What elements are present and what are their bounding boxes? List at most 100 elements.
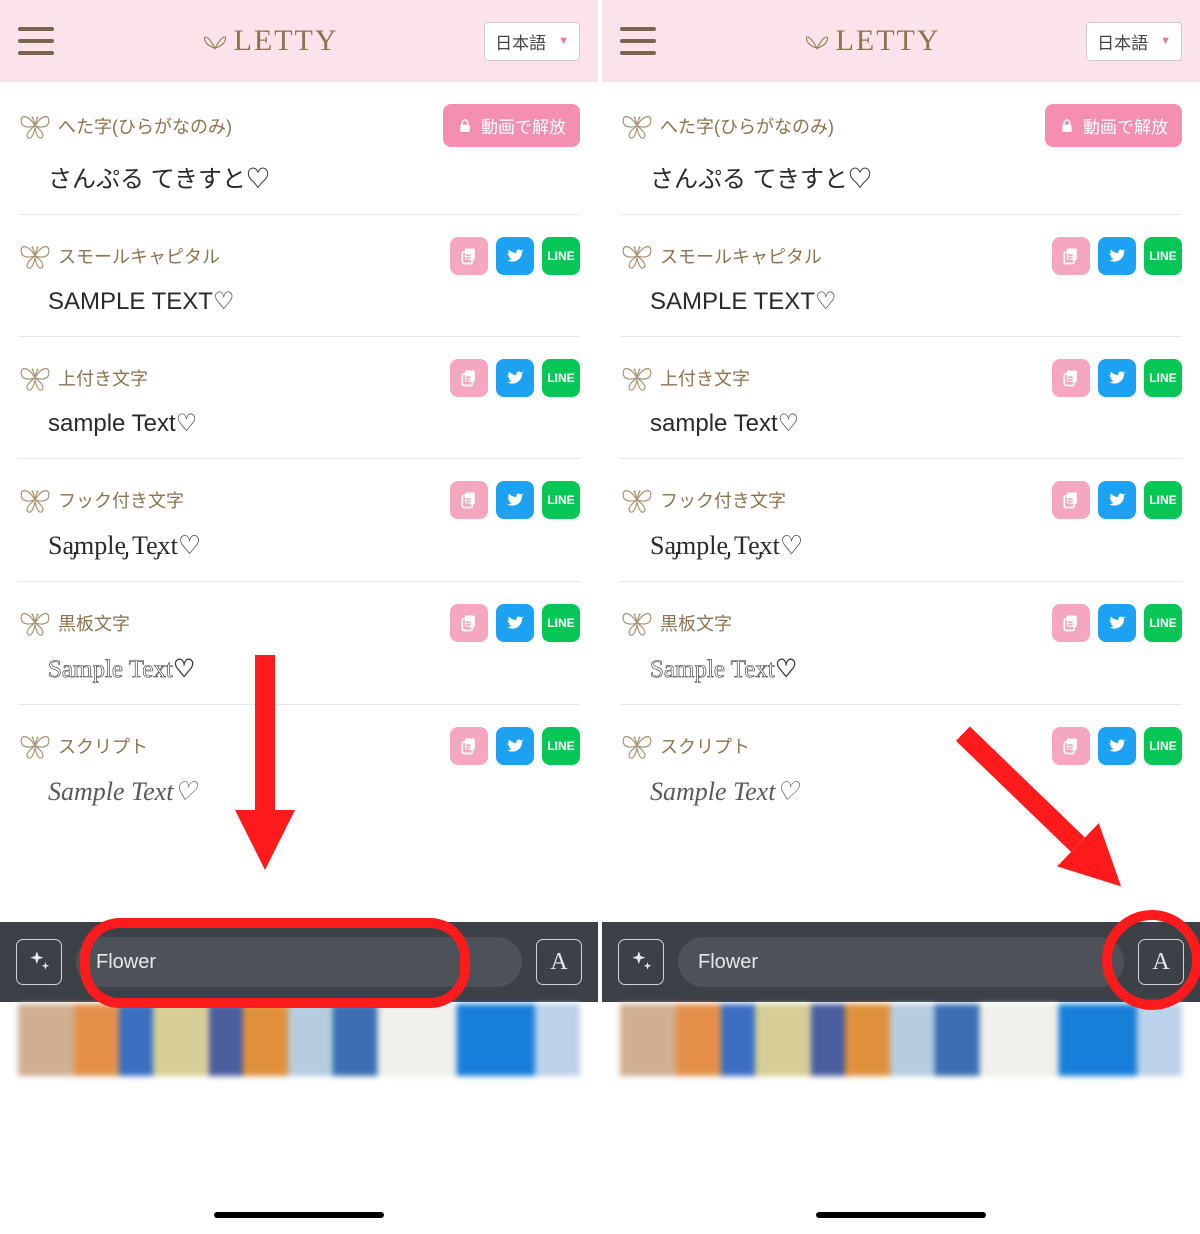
font-title: フック付き文字 [58, 487, 184, 513]
twitter-share-button[interactable] [496, 481, 534, 519]
language-select[interactable]: 日本語 ▼ [1086, 22, 1182, 61]
font-row: スモールキャピタル LINE SAMPLE TEXT♡ [18, 215, 580, 337]
font-title: 黒板文字 [660, 610, 732, 636]
butterfly-icon [18, 361, 52, 395]
copy-button[interactable] [450, 727, 488, 765]
app-pane-left: LETTY 日本語▼ へた字(ひらがなのみ) 動画で解放 さんぷる てきすと♡ [0, 0, 598, 1234]
app-header: LETTY 日本語▼ [0, 0, 598, 82]
line-share-button[interactable]: LINE [1144, 359, 1182, 397]
font-sample: さんぷる てきすと♡ [18, 159, 580, 194]
twitter-icon [1107, 736, 1127, 756]
font-title: スクリプト [58, 733, 148, 759]
language-label: 日本語 [1097, 29, 1148, 54]
font-title: 黒板文字 [58, 610, 130, 636]
line-share-button[interactable]: LINE [542, 481, 580, 519]
style-glyph: A [1152, 949, 1169, 976]
font-title: へた字(ひらがなのみ) [660, 113, 834, 139]
font-sample: SAMPLE TEXT♡ [18, 287, 580, 316]
unlock-label: 動画で解放 [1083, 113, 1168, 138]
line-label: LINE [1149, 739, 1176, 753]
font-title: 上付き文字 [660, 365, 750, 391]
copy-button[interactable] [1052, 604, 1090, 642]
font-row: スクリプト LINE Sample Text♡ [620, 705, 1182, 827]
app-logo: LETTY [802, 24, 941, 58]
font-row: フック付き文字 LINE Sa̡mple̡ Te̡xt♡ [18, 459, 580, 582]
copy-icon [459, 490, 479, 510]
line-share-button[interactable]: LINE [542, 237, 580, 275]
twitter-share-button[interactable] [1098, 237, 1136, 275]
twitter-share-button[interactable] [1098, 481, 1136, 519]
twitter-share-button[interactable] [1098, 604, 1136, 642]
home-indicator [214, 1212, 384, 1218]
line-share-button[interactable]: LINE [1144, 237, 1182, 275]
line-share-button[interactable]: LINE [1144, 481, 1182, 519]
line-label: LINE [547, 249, 574, 263]
copy-icon [459, 246, 479, 266]
logo-butterfly-icon [802, 26, 832, 56]
font-list: へた字(ひらがなのみ) 動画で解放 さんぷる てきすと♡ スモールキャピタル L… [602, 82, 1200, 827]
butterfly-icon [620, 606, 654, 640]
font-row: スモールキャピタル LINE SAMPLE TEXT♡ [620, 215, 1182, 337]
copy-button[interactable] [450, 237, 488, 275]
font-row: フック付き文字 LINE Sa̡mple̡ Te̡xt♡ [620, 459, 1182, 582]
chevron-down-icon: ▼ [1160, 35, 1171, 47]
line-share-button[interactable]: LINE [542, 604, 580, 642]
copy-button[interactable] [450, 481, 488, 519]
line-label: LINE [547, 616, 574, 630]
menu-button[interactable] [18, 27, 54, 55]
font-sample: Sa̡mple̡ Te̡xt♡ [620, 531, 1182, 561]
menu-button[interactable] [620, 27, 656, 55]
butterfly-icon [620, 729, 654, 763]
chevron-down-icon: ▼ [558, 35, 569, 47]
line-label: LINE [1149, 371, 1176, 385]
line-label: LINE [1149, 249, 1176, 263]
font-row: 黒板文字 LINE Sample Text♡ [18, 582, 580, 705]
font-title: フック付き文字 [660, 487, 786, 513]
input-value: Flower [96, 951, 156, 974]
font-sample: sample Text♡ [620, 409, 1182, 438]
twitter-share-button[interactable] [1098, 727, 1136, 765]
style-button[interactable]: A [1138, 939, 1184, 985]
twitter-icon [505, 490, 525, 510]
butterfly-icon [620, 239, 654, 273]
copy-icon [1061, 246, 1081, 266]
line-share-button[interactable]: LINE [1144, 604, 1182, 642]
font-row: へた字(ひらがなのみ) 動画で解放 さんぷる てきすと♡ [18, 82, 580, 215]
line-share-button[interactable]: LINE [1144, 727, 1182, 765]
language-select[interactable]: 日本語▼ [484, 22, 580, 61]
twitter-share-button[interactable] [496, 727, 534, 765]
lock-icon [1059, 118, 1075, 134]
pixelated-ad-strip [620, 1004, 1182, 1076]
copy-icon [1061, 368, 1081, 388]
pixelated-ad-strip [18, 1004, 580, 1076]
twitter-share-button[interactable] [1098, 359, 1136, 397]
line-share-button[interactable]: LINE [542, 727, 580, 765]
font-row: へた字(ひらがなのみ) 動画で解放 さんぷる てきすと♡ [620, 82, 1182, 215]
font-sample: Sample Text♡ [18, 654, 580, 684]
copy-button[interactable] [1052, 727, 1090, 765]
twitter-share-button[interactable] [496, 604, 534, 642]
copy-button[interactable] [450, 359, 488, 397]
sparkle-icon [628, 949, 654, 975]
text-input[interactable]: Flower [76, 937, 522, 987]
copy-icon [1061, 490, 1081, 510]
copy-button[interactable] [1052, 237, 1090, 275]
unlock-button[interactable]: 動画で解放 [443, 104, 580, 147]
twitter-icon [1107, 246, 1127, 266]
butterfly-icon [620, 361, 654, 395]
logo-butterfly-icon [200, 26, 230, 56]
unlock-button[interactable]: 動画で解放 [1045, 104, 1182, 147]
sparkle-button[interactable] [16, 939, 62, 985]
font-sample: さんぷる てきすと♡ [620, 159, 1182, 194]
copy-button[interactable] [1052, 359, 1090, 397]
copy-button[interactable] [450, 604, 488, 642]
sparkle-button[interactable] [618, 939, 664, 985]
style-button[interactable]: A [536, 939, 582, 985]
text-input[interactable]: Flower [678, 937, 1124, 987]
line-share-button[interactable]: LINE [542, 359, 580, 397]
twitter-share-button[interactable] [496, 237, 534, 275]
twitter-share-button[interactable] [496, 359, 534, 397]
copy-button[interactable] [1052, 481, 1090, 519]
app-logo: LETTY [200, 24, 339, 58]
line-label: LINE [547, 493, 574, 507]
